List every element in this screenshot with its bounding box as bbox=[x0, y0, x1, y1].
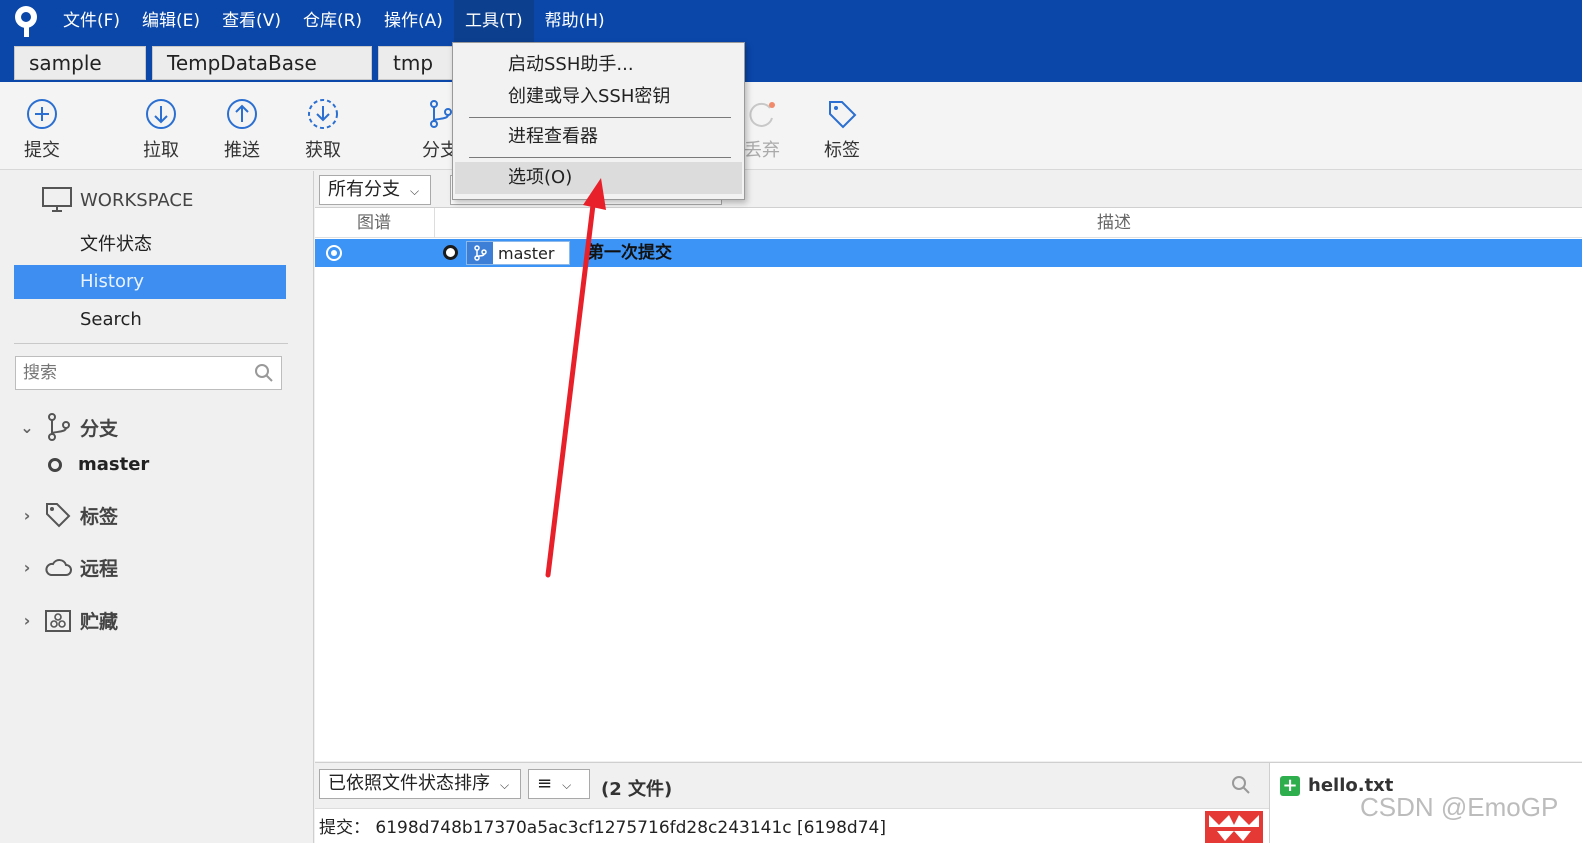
list-view-icon: ≡ bbox=[537, 773, 553, 794]
sidebar-item-file-status[interactable]: 文件状态 bbox=[14, 228, 286, 262]
workspace-label: WORKSPACE bbox=[80, 189, 194, 211]
file-added-icon: + bbox=[1280, 775, 1300, 796]
tag-icon bbox=[829, 101, 857, 129]
discard-icon bbox=[749, 102, 775, 127]
commit-details: 提交： 6198d748b17370a5ac3cf1275716fd28c243… bbox=[315, 808, 1269, 843]
sidebar-item-search[interactable]: Search bbox=[14, 303, 286, 337]
stash-icon bbox=[45, 609, 71, 632]
repo-tabs: sample TempDataBase tmp bbox=[14, 46, 458, 80]
stashes-label: 贮藏 bbox=[80, 611, 119, 633]
history-panel: 所有分支 ⌵ 图谱 描述 master 第一次提交 bbox=[315, 171, 1582, 761]
graph-column-header[interactable]: 图谱 bbox=[357, 208, 391, 238]
table-row[interactable]: master 第一次提交 bbox=[315, 239, 1582, 267]
push-button[interactable]: 推送 bbox=[212, 96, 272, 162]
branch-master-label: master bbox=[78, 454, 150, 475]
menu-repository[interactable]: 仓库(R) bbox=[292, 0, 373, 42]
view-mode-select[interactable]: ≡ ⌵ bbox=[528, 769, 590, 799]
sidebar-group-branches[interactable]: ⌄ 分支 bbox=[18, 411, 118, 443]
sourcetree-logo-icon bbox=[15, 6, 37, 37]
monitor-icon bbox=[42, 187, 72, 212]
head-indicator-icon bbox=[326, 245, 342, 261]
sort-value: 已依照文件状态排序 bbox=[328, 773, 490, 794]
sort-select[interactable]: 已依照文件状态排序 ⌵ bbox=[319, 769, 521, 799]
toolbar: 提交 拉取 推送 获取 分支 丢弃 标签 bbox=[0, 82, 1582, 170]
chevron-right-icon: › bbox=[23, 611, 31, 630]
branch-icon bbox=[48, 413, 70, 441]
chevron-down-icon: ⌵ bbox=[500, 778, 510, 792]
branches-label: 分支 bbox=[80, 417, 119, 440]
sidebar-group-tags[interactable]: › 标签 bbox=[18, 501, 118, 529]
history-column-headers: 图谱 描述 bbox=[315, 208, 1582, 238]
chevron-right-icon: › bbox=[23, 558, 31, 577]
branch-dot-icon bbox=[48, 457, 62, 472]
cloud-icon bbox=[45, 558, 72, 576]
tags-label: 标签 bbox=[80, 505, 119, 528]
menu-view[interactable]: 查看(V) bbox=[211, 0, 292, 42]
menu-tools[interactable]: 工具(T) bbox=[453, 0, 534, 42]
discard-label: 丢弃 bbox=[744, 140, 780, 161]
menu-item-options[interactable]: 选项(O) bbox=[455, 162, 742, 194]
commit-node-icon bbox=[443, 245, 458, 260]
sidebar: WORKSPACE 文件状态 History Search ⌄ 分支 maste… bbox=[0, 171, 314, 843]
sidebar-branch-master[interactable]: master bbox=[48, 454, 149, 475]
chevron-down-icon: ⌵ bbox=[562, 778, 572, 792]
menu-separator bbox=[469, 157, 731, 158]
commit-button[interactable]: 提交 bbox=[12, 96, 72, 162]
menu-separator bbox=[469, 117, 731, 118]
tag-button[interactable]: 标签 bbox=[812, 96, 872, 162]
sidebar-divider bbox=[14, 343, 288, 344]
plus-circle-icon bbox=[27, 99, 57, 129]
tab-tmp[interactable]: tmp bbox=[378, 46, 458, 80]
tab-sample[interactable]: sample bbox=[14, 46, 146, 80]
push-label: 推送 bbox=[224, 140, 260, 161]
workspace-header: WORKSPACE bbox=[42, 187, 193, 213]
branch-badge-label: master bbox=[498, 243, 555, 263]
sidebar-item-history[interactable]: History bbox=[14, 265, 286, 299]
fetch-icon bbox=[308, 99, 338, 129]
sidebar-group-stashes[interactable]: › 贮藏 bbox=[18, 607, 118, 634]
arrow-down-circle-icon bbox=[146, 99, 176, 129]
author-avatar bbox=[1205, 811, 1263, 843]
title-bar: 文件(F) 编辑(E) 查看(V) 仓库(R) 操作(A) 工具(T) 帮助(H… bbox=[0, 0, 1582, 82]
commit-label: 提交 bbox=[24, 140, 60, 161]
menu-actions[interactable]: 操作(A) bbox=[373, 0, 454, 42]
watermark: CSDN @EmoGP bbox=[1360, 792, 1559, 822]
menu-item-ssh-agent[interactable]: 启动SSH助手... bbox=[455, 49, 742, 81]
search-icon bbox=[255, 364, 273, 382]
file-count: (2 文件) bbox=[601, 779, 673, 800]
pull-button[interactable]: 拉取 bbox=[131, 96, 191, 162]
description-column-header[interactable]: 描述 bbox=[1097, 208, 1131, 238]
sidebar-search-input[interactable] bbox=[15, 356, 282, 390]
tag-label: 标签 bbox=[824, 140, 860, 161]
menu-item-process-viewer[interactable]: 进程查看器 bbox=[455, 121, 742, 153]
column-divider[interactable] bbox=[434, 208, 435, 238]
remotes-label: 远程 bbox=[80, 558, 119, 580]
chevron-down-icon: ⌵ bbox=[410, 184, 420, 198]
branch-badge[interactable]: master bbox=[466, 241, 570, 265]
fetch-label: 获取 bbox=[305, 140, 341, 161]
chevron-down-icon: ⌄ bbox=[20, 417, 34, 437]
arrow-up-circle-icon bbox=[227, 99, 257, 129]
commit-message: 第一次提交 bbox=[587, 243, 672, 263]
menu-help[interactable]: 帮助(H) bbox=[534, 0, 616, 42]
branch-filter-value: 所有分支 bbox=[328, 179, 400, 200]
menu-edit[interactable]: 编辑(E) bbox=[131, 0, 211, 42]
chevron-right-icon: › bbox=[23, 505, 31, 525]
pull-label: 拉取 bbox=[143, 140, 179, 161]
tools-menu: 启动SSH助手... 创建或导入SSH密钥 进程查看器 选项(O) bbox=[452, 42, 745, 200]
search-icon[interactable] bbox=[1231, 775, 1251, 795]
menu-bar: 文件(F) 编辑(E) 查看(V) 仓库(R) 操作(A) 工具(T) 帮助(H… bbox=[52, 0, 616, 42]
menu-file[interactable]: 文件(F) bbox=[52, 0, 131, 42]
branch-filter-select[interactable]: 所有分支 ⌵ bbox=[319, 175, 431, 205]
menu-item-ssh-key[interactable]: 创建或导入SSH密钥 bbox=[455, 81, 742, 113]
tag-icon bbox=[46, 503, 71, 528]
fetch-button[interactable]: 获取 bbox=[293, 96, 353, 162]
sidebar-group-remotes[interactable]: › 远程 bbox=[18, 554, 118, 581]
branch-icon bbox=[467, 242, 493, 264]
tab-tempdatabase[interactable]: TempDataBase bbox=[152, 46, 372, 80]
